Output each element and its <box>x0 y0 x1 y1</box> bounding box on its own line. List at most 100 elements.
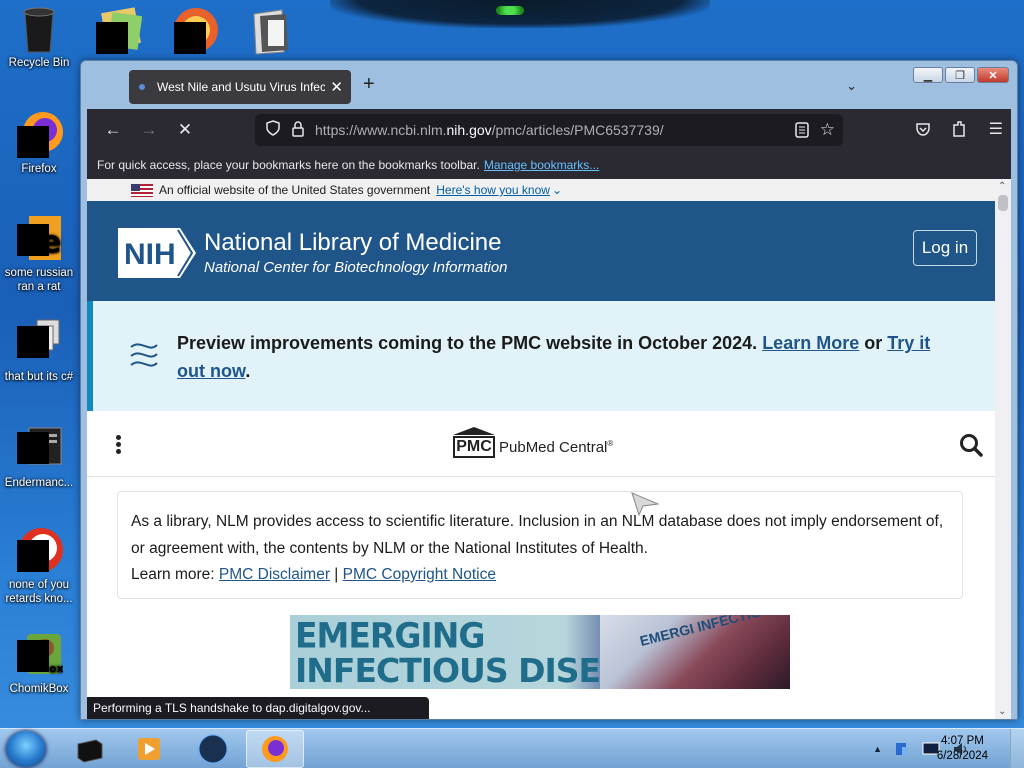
transition-icon <box>130 343 158 367</box>
journal-cover-image: EMERGI INFECTIOU <box>600 615 790 689</box>
desktop-icon-firefox[interactable]: Firefox <box>0 110 78 176</box>
page-viewport: An official website of the United States… <box>87 179 1011 719</box>
us-flag-icon <box>131 183 153 197</box>
show-hidden-icons-chevron-icon[interactable]: ▲ <box>873 744 882 754</box>
pmc-navbar: PMC PubMed Central® <box>87 411 1011 477</box>
navigation-toolbar: ← → ✕ https://www.ncbi.nlm.nih.gov/pmc/a… <box>87 109 1011 151</box>
start-button[interactable] <box>6 731 46 767</box>
nlm-title[interactable]: National Library of Medicine <box>204 229 501 257</box>
scroll-up-chevron-icon[interactable]: ⌃ <box>998 181 1006 192</box>
login-button[interactable]: Log in <box>913 230 977 266</box>
desktop-icon-file[interactable]: none of you retards kno... <box>0 526 78 606</box>
recycle-bin-icon <box>15 4 63 53</box>
search-icon[interactable] <box>959 433 983 457</box>
tab-title: West Nile and Usutu Virus Infect <box>157 80 325 94</box>
lock-icon[interactable] <box>291 120 305 140</box>
desktop-icon-file[interactable]: Endermanc... <box>0 424 78 490</box>
black-box-icon <box>77 739 103 763</box>
desktop-icon-file[interactable]: that but its c# <box>0 318 78 384</box>
menu-kebab-icon[interactable] <box>116 435 122 456</box>
desktop-app-icon[interactable] <box>92 6 143 56</box>
tab-close-icon[interactable]: ✕ <box>330 78 343 96</box>
svg-text:NIH: NIH <box>124 238 176 271</box>
learn-more-link[interactable]: Learn More <box>762 333 859 353</box>
journal-banner-image[interactable]: EMERGING INFECTIOUS DISEASES® EMERGI INF… <box>290 615 790 689</box>
gov-banner: An official website of the United States… <box>87 179 1011 201</box>
pmc-disclaimer-link[interactable]: PMC Disclaimer <box>219 566 330 583</box>
list-all-tabs-chevron-icon[interactable]: ⌄ <box>846 78 857 94</box>
desktop-icon-label: that but its c# <box>4 371 74 383</box>
desktop-app-icon[interactable] <box>170 6 220 56</box>
taskbar: ▲ 4:07 PM 6/28/2024 <box>0 728 1024 768</box>
clock-date: 6/28/2024 <box>936 750 988 762</box>
bookmark-star-icon[interactable]: ☆ <box>820 120 835 140</box>
stop-loading-button[interactable]: ✕ <box>167 112 203 148</box>
disclaimer-text: As a library, NLM provides access to sci… <box>131 513 944 557</box>
bookmarks-hint: For quick access, place your bookmarks h… <box>97 158 480 172</box>
desktop-icon-label: some russian ran a rat <box>4 267 74 293</box>
app-menu-icon[interactable]: ☰ <box>989 119 1003 139</box>
nlm-header: NIH National Library of Medicine Nationa… <box>87 201 1011 301</box>
chomikbox-icon: ox <box>15 630 64 678</box>
desktop-icon-chomikbox[interactable]: ox ChomikBox <box>0 630 78 696</box>
new-tab-button[interactable]: + <box>363 73 375 96</box>
pmc-copyright-link[interactable]: PMC Copyright Notice <box>343 566 496 583</box>
manage-bookmarks-link[interactable]: Manage bookmarks... <box>484 158 599 172</box>
clock[interactable]: 4:07 PM 6/28/2024 <box>937 734 988 764</box>
script-file-icon: e <box>15 214 63 262</box>
desktop-icon-file[interactable]: e some russian ran a rat <box>0 214 78 294</box>
window-stack-icon <box>15 318 63 366</box>
url-text: https://www.ncbi.nlm.nih.gov/pmc/article… <box>315 122 664 138</box>
extensions-icon[interactable] <box>951 120 967 143</box>
desktop-icon-label: none of you retards kno... <box>5 579 73 605</box>
application-window-icon <box>15 424 63 472</box>
bookmarks-toolbar: For quick access, place your bookmarks h… <box>87 151 1011 179</box>
nih-logo[interactable]: NIH <box>118 228 196 278</box>
firefox-icon <box>262 736 288 762</box>
globe-icon <box>198 734 228 764</box>
chevron-down-icon: ⌄ <box>551 183 563 197</box>
url-bar[interactable]: https://www.ncbi.nlm.nih.gov/pmc/article… <box>255 114 843 146</box>
media-player-icon <box>138 738 160 760</box>
preview-banner: Preview improvements coming to the PMC w… <box>87 301 1011 411</box>
desktop-icon-recycle-bin[interactable]: Recycle Bin <box>0 4 78 70</box>
scrollbar-thumb[interactable] <box>998 195 1008 211</box>
taskbar-app-button[interactable] <box>60 730 118 768</box>
svg-text:ox: ox <box>49 662 63 675</box>
page-scrollbar[interactable]: ⌃ ⌄ <box>995 179 1011 719</box>
preview-message: Preview improvements coming to the PMC w… <box>177 333 931 381</box>
disclaimer-box: As a library, NLM provides access to sci… <box>117 491 963 599</box>
taskbar-app-button[interactable] <box>184 730 242 768</box>
clock-time: 4:07 PM <box>941 735 984 747</box>
desktop-icon-label: Endermanc... <box>4 477 74 489</box>
tab-favicon-icon <box>139 84 145 90</box>
banner-line1: EMERGING <box>295 615 485 656</box>
mouse-cursor-icon <box>631 492 659 516</box>
desktop-icon-label: Firefox <box>21 163 57 175</box>
network-icon[interactable] <box>894 741 910 757</box>
tab-strip: West Nile and Usutu Virus Infect ✕ + ⌄ <box>87 65 1011 109</box>
reader-view-icon[interactable] <box>795 122 809 141</box>
desktop-icon-label: Recycle Bin <box>8 57 70 69</box>
heres-how-you-know-link[interactable]: Here's how you know <box>436 183 550 197</box>
show-desktop-button[interactable] <box>1010 729 1024 768</box>
pmc-logo[interactable]: PMC PubMed Central® <box>453 427 613 461</box>
back-button[interactable]: ← <box>95 112 131 148</box>
red-app-icon <box>15 526 63 574</box>
taskbar-app-button[interactable] <box>120 730 178 768</box>
firefox-icon <box>15 110 63 158</box>
folder-icon[interactable] <box>248 6 298 56</box>
taskbar-firefox-button[interactable] <box>246 730 304 768</box>
firefox-window: ▁ ❐ ✕ West Nile and Usutu Virus Infect ✕… <box>80 60 1018 720</box>
tab-active[interactable]: West Nile and Usutu Virus Infect ✕ <box>129 70 351 104</box>
pmc-name: PubMed Central® <box>499 438 614 456</box>
desktop-icon-label: ChomikBox <box>9 683 69 695</box>
pocket-icon[interactable] <box>915 121 931 142</box>
forward-button[interactable]: → <box>131 112 167 148</box>
scroll-down-chevron-icon[interactable]: ⌄ <box>998 706 1006 717</box>
nlm-subtitle: National Center for Biotechnology Inform… <box>204 259 508 276</box>
status-tooltip: Performing a TLS handshake to dap.digita… <box>87 697 429 719</box>
tracking-protection-shield-icon[interactable] <box>265 120 281 140</box>
pmc-building-icon: PMC <box>453 427 495 461</box>
gov-banner-text: An official website of the United States… <box>159 183 431 197</box>
